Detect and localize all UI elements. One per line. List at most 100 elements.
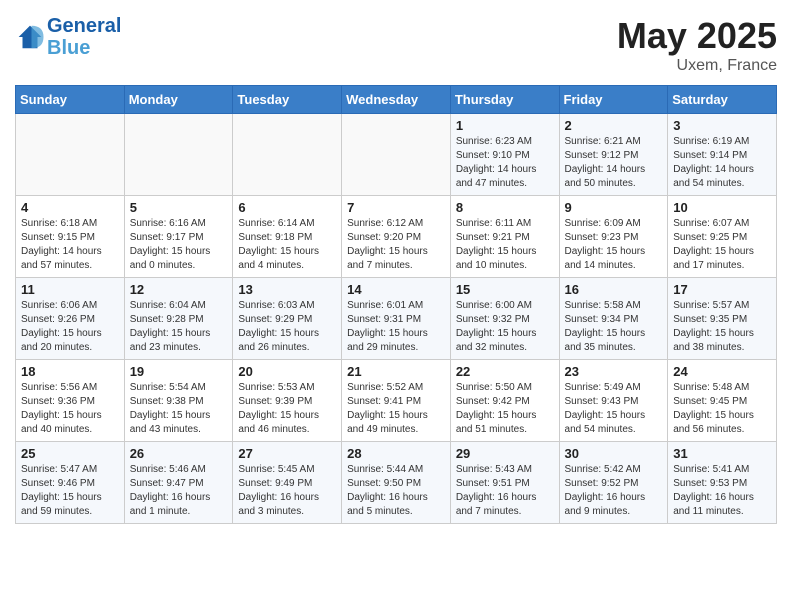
day-number: 23: [565, 364, 663, 379]
day-info: Sunrise: 5:50 AMSunset: 9:42 PMDaylight:…: [456, 381, 554, 437]
day-info: Sunrise: 5:44 AMSunset: 9:50 PMDaylight:…: [347, 463, 445, 519]
calendar-cell: 25Sunrise: 5:47 AMSunset: 9:46 PMDayligh…: [16, 442, 125, 524]
calendar-cell: 24Sunrise: 5:48 AMSunset: 9:45 PMDayligh…: [668, 360, 777, 442]
calendar-cell: 22Sunrise: 5:50 AMSunset: 9:42 PMDayligh…: [450, 360, 559, 442]
calendar-week-row: 11 Sunrise: 6:06 AMSunset: 9:26 PMDayligh…: [16, 278, 777, 360]
weekday-header-row: SundayMondayTuesdayWednesdayThursdayFrid…: [16, 86, 777, 114]
calendar-cell: 20Sunrise: 5:53 AMSunset: 9:39 PMDayligh…: [233, 360, 342, 442]
day-number: 9: [565, 200, 663, 215]
calendar-cell: [16, 114, 125, 196]
day-number: 6: [238, 200, 336, 215]
day-number: 28: [347, 446, 445, 461]
day-info: Sunrise: 6:03 AMSunset: 9:29 PMDaylight:…: [238, 299, 336, 355]
day-info: Sunrise: 5:41 AMSunset: 9:53 PMDaylight:…: [673, 463, 771, 519]
day-info: Sunrise: 5:53 AMSunset: 9:39 PMDaylight:…: [238, 381, 336, 437]
weekday-header-monday: Monday: [124, 86, 233, 114]
day-number: 1: [456, 118, 554, 133]
day-number: 7: [347, 200, 445, 215]
day-number: 14: [347, 282, 445, 297]
calendar-week-row: 25Sunrise: 5:47 AMSunset: 9:46 PMDayligh…: [16, 442, 777, 524]
day-number: 27: [238, 446, 336, 461]
day-info: Sunrise: 5:43 AMSunset: 9:51 PMDaylight:…: [456, 463, 554, 519]
weekday-header-sunday: Sunday: [16, 86, 125, 114]
day-number: 17: [673, 282, 771, 297]
calendar-week-row: 4Sunrise: 6:18 AMSunset: 9:15 PMDaylight…: [16, 196, 777, 278]
day-info: Sunrise: 6:21 AMSunset: 9:12 PMDaylight:…: [565, 135, 663, 191]
calendar-cell: 7 Sunrise: 6:12 AMSunset: 9:20 PMDaylight…: [342, 196, 451, 278]
calendar-cell: 3 Sunrise: 6:19 AMSunset: 9:14 PMDaylight…: [668, 114, 777, 196]
day-number: 26: [130, 446, 228, 461]
day-number: 15: [456, 282, 554, 297]
calendar-week-row: 18 Sunrise: 5:56 AMSunset: 9:36 PMDayligh…: [16, 360, 777, 442]
day-number: 11: [21, 282, 119, 297]
day-number: 3: [673, 118, 771, 133]
day-info: Sunrise: 6:07 AMSunset: 9:25 PMDaylight:…: [673, 217, 771, 273]
logo-text-general: General: [47, 15, 121, 37]
day-info: Sunrise: 5:46 AMSunset: 9:47 PMDaylight:…: [130, 463, 228, 519]
calendar-cell: 9 Sunrise: 6:09 AMSunset: 9:23 PMDaylight…: [559, 196, 668, 278]
calendar-cell: 18 Sunrise: 5:56 AMSunset: 9:36 PMDayligh…: [16, 360, 125, 442]
calendar-cell: 23 Sunrise: 5:49 AMSunset: 9:43 PMDayligh…: [559, 360, 668, 442]
day-info: Sunrise: 5:57 AMSunset: 9:35 PMDaylight:…: [673, 299, 771, 355]
day-number: 29: [456, 446, 554, 461]
day-number: 21: [347, 364, 445, 379]
day-number: 4: [21, 200, 119, 215]
day-info: Sunrise: 5:56 AMSunset: 9:36 PMDaylight:…: [21, 381, 119, 437]
weekday-header-saturday: Saturday: [668, 86, 777, 114]
day-info: Sunrise: 6:04 AMSunset: 9:28 PMDaylight:…: [130, 299, 228, 355]
logo: General Blue: [15, 15, 121, 59]
day-number: 19: [130, 364, 228, 379]
day-number: 16: [565, 282, 663, 297]
day-info: Sunrise: 6:23 AMSunset: 9:10 PMDaylight:…: [456, 135, 554, 191]
day-info: Sunrise: 6:11 AMSunset: 9:21 PMDaylight:…: [456, 217, 554, 273]
day-info: Sunrise: 6:00 AMSunset: 9:32 PMDaylight:…: [456, 299, 554, 355]
calendar-cell: 17 Sunrise: 5:57 AMSunset: 9:35 PMDayligh…: [668, 278, 777, 360]
day-info: Sunrise: 5:45 AMSunset: 9:49 PMDaylight:…: [238, 463, 336, 519]
calendar-cell: 19 Sunrise: 5:54 AMSunset: 9:38 PMDayligh…: [124, 360, 233, 442]
calendar-cell: 2Sunrise: 6:21 AMSunset: 9:12 PMDaylight…: [559, 114, 668, 196]
day-info: Sunrise: 5:52 AMSunset: 9:41 PMDaylight:…: [347, 381, 445, 437]
day-info: Sunrise: 5:58 AMSunset: 9:34 PMDaylight:…: [565, 299, 663, 355]
calendar-cell: 8 Sunrise: 6:11 AMSunset: 9:21 PMDaylight…: [450, 196, 559, 278]
calendar-cell: 5Sunrise: 6:16 AMSunset: 9:17 PMDaylight…: [124, 196, 233, 278]
day-info: Sunrise: 6:14 AMSunset: 9:18 PMDaylight:…: [238, 217, 336, 273]
calendar-cell: 27 Sunrise: 5:45 AMSunset: 9:49 PMDayligh…: [233, 442, 342, 524]
calendar-cell: 4Sunrise: 6:18 AMSunset: 9:15 PMDaylight…: [16, 196, 125, 278]
calendar-cell: 15 Sunrise: 6:00 AMSunset: 9:32 PMDayligh…: [450, 278, 559, 360]
day-info: Sunrise: 5:54 AMSunset: 9:38 PMDaylight:…: [130, 381, 228, 437]
calendar-cell: 12Sunrise: 6:04 AMSunset: 9:28 PMDayligh…: [124, 278, 233, 360]
day-info: Sunrise: 6:01 AMSunset: 9:31 PMDaylight:…: [347, 299, 445, 355]
day-info: Sunrise: 6:09 AMSunset: 9:23 PMDaylight:…: [565, 217, 663, 273]
day-number: 13: [238, 282, 336, 297]
day-info: Sunrise: 5:47 AMSunset: 9:46 PMDaylight:…: [21, 463, 119, 519]
day-info: Sunrise: 5:49 AMSunset: 9:43 PMDaylight:…: [565, 381, 663, 437]
day-number: 31: [673, 446, 771, 461]
calendar-cell: 1 Sunrise: 6:23 AMSunset: 9:10 PMDaylight…: [450, 114, 559, 196]
day-info: Sunrise: 6:12 AMSunset: 9:20 PMDaylight:…: [347, 217, 445, 273]
weekday-header-friday: Friday: [559, 86, 668, 114]
day-number: 10: [673, 200, 771, 215]
logo-icon: [15, 22, 45, 52]
calendar-cell: 29 Sunrise: 5:43 AMSunset: 9:51 PMDayligh…: [450, 442, 559, 524]
calendar-table: SundayMondayTuesdayWednesdayThursdayFrid…: [15, 85, 777, 524]
day-number: 30: [565, 446, 663, 461]
calendar-cell: 30Sunrise: 5:42 AMSunset: 9:52 PMDayligh…: [559, 442, 668, 524]
page-header: General Blue May 2025 Uxem, France: [15, 15, 777, 75]
day-number: 5: [130, 200, 228, 215]
day-info: Sunrise: 6:06 AMSunset: 9:26 PMDaylight:…: [21, 299, 119, 355]
calendar-cell: 13 Sunrise: 6:03 AMSunset: 9:29 PMDayligh…: [233, 278, 342, 360]
day-info: Sunrise: 6:19 AMSunset: 9:14 PMDaylight:…: [673, 135, 771, 191]
calendar-cell: 16 Sunrise: 5:58 AMSunset: 9:34 PMDayligh…: [559, 278, 668, 360]
calendar-cell: 11 Sunrise: 6:06 AMSunset: 9:26 PMDayligh…: [16, 278, 125, 360]
calendar-cell: [342, 114, 451, 196]
calendar-week-row: 1 Sunrise: 6:23 AMSunset: 9:10 PMDaylight…: [16, 114, 777, 196]
calendar-cell: 28 Sunrise: 5:44 AMSunset: 9:50 PMDayligh…: [342, 442, 451, 524]
month-year-title: May 2025: [617, 15, 777, 57]
logo-text-blue: Blue: [47, 37, 121, 59]
calendar-cell: 26 Sunrise: 5:46 AMSunset: 9:47 PMDayligh…: [124, 442, 233, 524]
calendar-cell: [124, 114, 233, 196]
calendar-cell: 31 Sunrise: 5:41 AMSunset: 9:53 PMDayligh…: [668, 442, 777, 524]
day-number: 8: [456, 200, 554, 215]
title-block: May 2025 Uxem, France: [617, 15, 777, 75]
day-number: 18: [21, 364, 119, 379]
